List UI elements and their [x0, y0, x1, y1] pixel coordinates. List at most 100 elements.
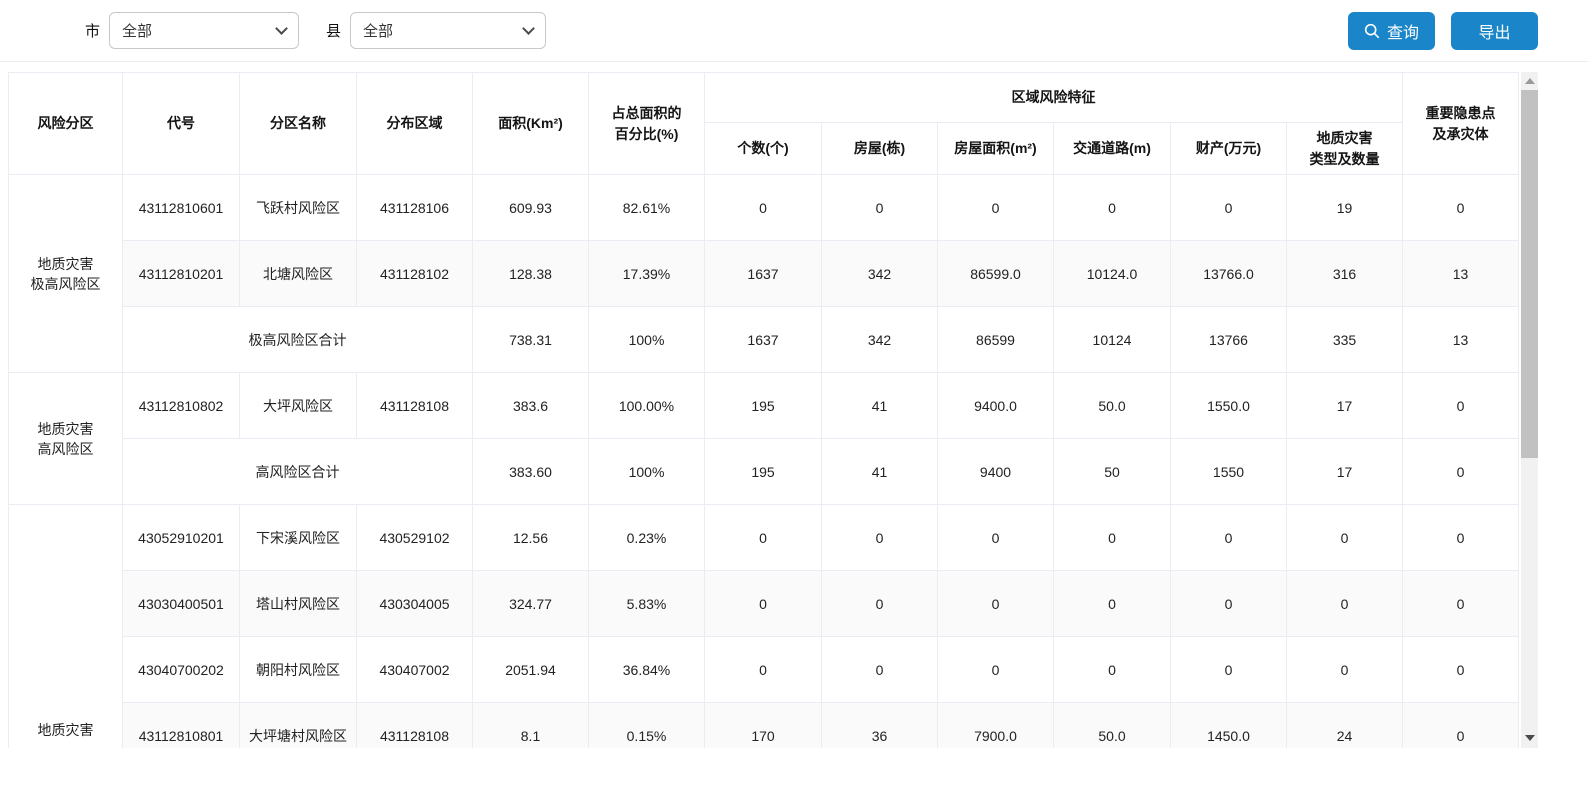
cell: 0 — [1287, 637, 1403, 703]
cell: 0 — [1403, 505, 1519, 571]
subtotal-label: 极高风险区合计 — [123, 307, 473, 373]
cell: 0 — [1403, 703, 1519, 749]
export-button[interactable]: 导出 — [1451, 12, 1538, 50]
cell: 100.00% — [589, 373, 705, 439]
cell: 342 — [822, 307, 938, 373]
cell: 0 — [1171, 505, 1287, 571]
table-row: 地质灾害 高风险区 43112810802 大坪风险区 431128108 38… — [9, 373, 1519, 439]
cell: 10124 — [1054, 307, 1171, 373]
cell: 383.60 — [473, 439, 589, 505]
cell: 100% — [589, 439, 705, 505]
cell: 1450.0 — [1171, 703, 1287, 749]
cell: 0 — [1171, 175, 1287, 241]
cell: 431128106 — [357, 175, 473, 241]
export-button-label: 导出 — [1478, 19, 1510, 43]
header-hazard: 地质灾害 类型及数量 — [1287, 123, 1403, 175]
cell: 1637 — [705, 307, 822, 373]
scrollbar-thumb[interactable] — [1521, 90, 1538, 458]
cell: 17 — [1287, 439, 1403, 505]
county-select-value: 全部 — [363, 20, 393, 41]
header-percent: 占总面积的 百分比(%) — [589, 73, 705, 175]
table-row: 43112810801 大坪塘村风险区 431128108 8.1 0.15% … — [9, 703, 1519, 749]
cell: 335 — [1287, 307, 1403, 373]
cell: 0 — [1403, 637, 1519, 703]
cell: 0 — [1171, 571, 1287, 637]
cell: 43112810802 — [123, 373, 240, 439]
cell: 50 — [1054, 439, 1171, 505]
risk-zone-table-viewport: 风险分区 代号 分区名称 分布区域 面积(Km²) 占总面积的 百分比(%) 区… — [8, 72, 1521, 748]
cell: 0 — [1403, 439, 1519, 505]
header-feature-group: 区域风险特征 — [705, 73, 1403, 123]
cell: 塔山村风险区 — [240, 571, 357, 637]
cell: 195 — [705, 373, 822, 439]
cell: 0 — [822, 637, 938, 703]
subtotal-row: 高风险区合计 383.60 100% 195 41 9400 50 1550 1… — [9, 439, 1519, 505]
cell: 12.56 — [473, 505, 589, 571]
vertical-scrollbar[interactable] — [1521, 72, 1538, 748]
cell: 0 — [705, 505, 822, 571]
scroll-down-button[interactable] — [1521, 729, 1538, 746]
cell: 8.1 — [473, 703, 589, 749]
cell: 0.15% — [589, 703, 705, 749]
cell: 50.0 — [1054, 703, 1171, 749]
header-property: 财产(万元) — [1171, 123, 1287, 175]
cell: 0 — [938, 637, 1054, 703]
cell: 下宋溪风险区 — [240, 505, 357, 571]
cell: 100% — [589, 307, 705, 373]
cell: 383.6 — [473, 373, 589, 439]
county-select[interactable]: 全部 — [350, 12, 546, 49]
query-button[interactable]: 查询 — [1348, 12, 1435, 50]
cell: 430407002 — [357, 637, 473, 703]
header-code: 代号 — [123, 73, 240, 175]
cell: 24 — [1287, 703, 1403, 749]
scroll-up-icon — [1525, 78, 1535, 84]
cell: 5.83% — [589, 571, 705, 637]
cell: 0 — [822, 571, 938, 637]
header-zone-name: 分区名称 — [240, 73, 357, 175]
cell: 128.38 — [473, 241, 589, 307]
cell: 13766 — [1171, 307, 1287, 373]
subtotal-row: 极高风险区合计 738.31 100% 1637 342 86599 10124… — [9, 307, 1519, 373]
scroll-up-button[interactable] — [1521, 72, 1538, 89]
scroll-down-icon — [1525, 735, 1535, 741]
city-select-value: 全部 — [122, 20, 152, 41]
group-label-medium: 地质灾害 — [9, 505, 123, 749]
cell: 324.77 — [473, 571, 589, 637]
subtotal-label: 高风险区合计 — [123, 439, 473, 505]
cell: 0 — [938, 571, 1054, 637]
cell: 36.84% — [589, 637, 705, 703]
chevron-down-icon — [522, 22, 535, 35]
cell: 430304005 — [357, 571, 473, 637]
cell: 大坪风险区 — [240, 373, 357, 439]
cell: 0 — [938, 175, 1054, 241]
table-row: 43040700202 朝阳村风险区 430407002 2051.94 36.… — [9, 637, 1519, 703]
cell: 0 — [1054, 571, 1171, 637]
cell: 17.39% — [589, 241, 705, 307]
city-select[interactable]: 全部 — [109, 12, 299, 49]
cell: 0 — [705, 571, 822, 637]
cell: 431128108 — [357, 373, 473, 439]
cell: 2051.94 — [473, 637, 589, 703]
toolbar: 市 全部 县 全部 查询 导出 — [0, 0, 1588, 62]
header-important: 重要隐患点 及承灾体 — [1403, 73, 1519, 175]
chevron-down-icon — [275, 22, 288, 35]
cell: 195 — [705, 439, 822, 505]
cell: 9400.0 — [938, 373, 1054, 439]
cell: 0 — [705, 637, 822, 703]
cell: 43112810601 — [123, 175, 240, 241]
table-row: 43112810201 北塘风险区 431128102 128.38 17.39… — [9, 241, 1519, 307]
risk-zone-table: 风险分区 代号 分区名称 分布区域 面积(Km²) 占总面积的 百分比(%) 区… — [8, 72, 1519, 748]
cell: 朝阳村风险区 — [240, 637, 357, 703]
cell: 0 — [1054, 637, 1171, 703]
cell: 86599.0 — [938, 241, 1054, 307]
cell: 0 — [1403, 175, 1519, 241]
cell: 430529102 — [357, 505, 473, 571]
cell: 86599 — [938, 307, 1054, 373]
cell: 316 — [1287, 241, 1403, 307]
cell: 431128108 — [357, 703, 473, 749]
cell: 10124.0 — [1054, 241, 1171, 307]
cell: 19 — [1287, 175, 1403, 241]
cell: 43052910201 — [123, 505, 240, 571]
group-label-extreme: 地质灾害 极高风险区 — [9, 175, 123, 373]
cell: 北塘风险区 — [240, 241, 357, 307]
